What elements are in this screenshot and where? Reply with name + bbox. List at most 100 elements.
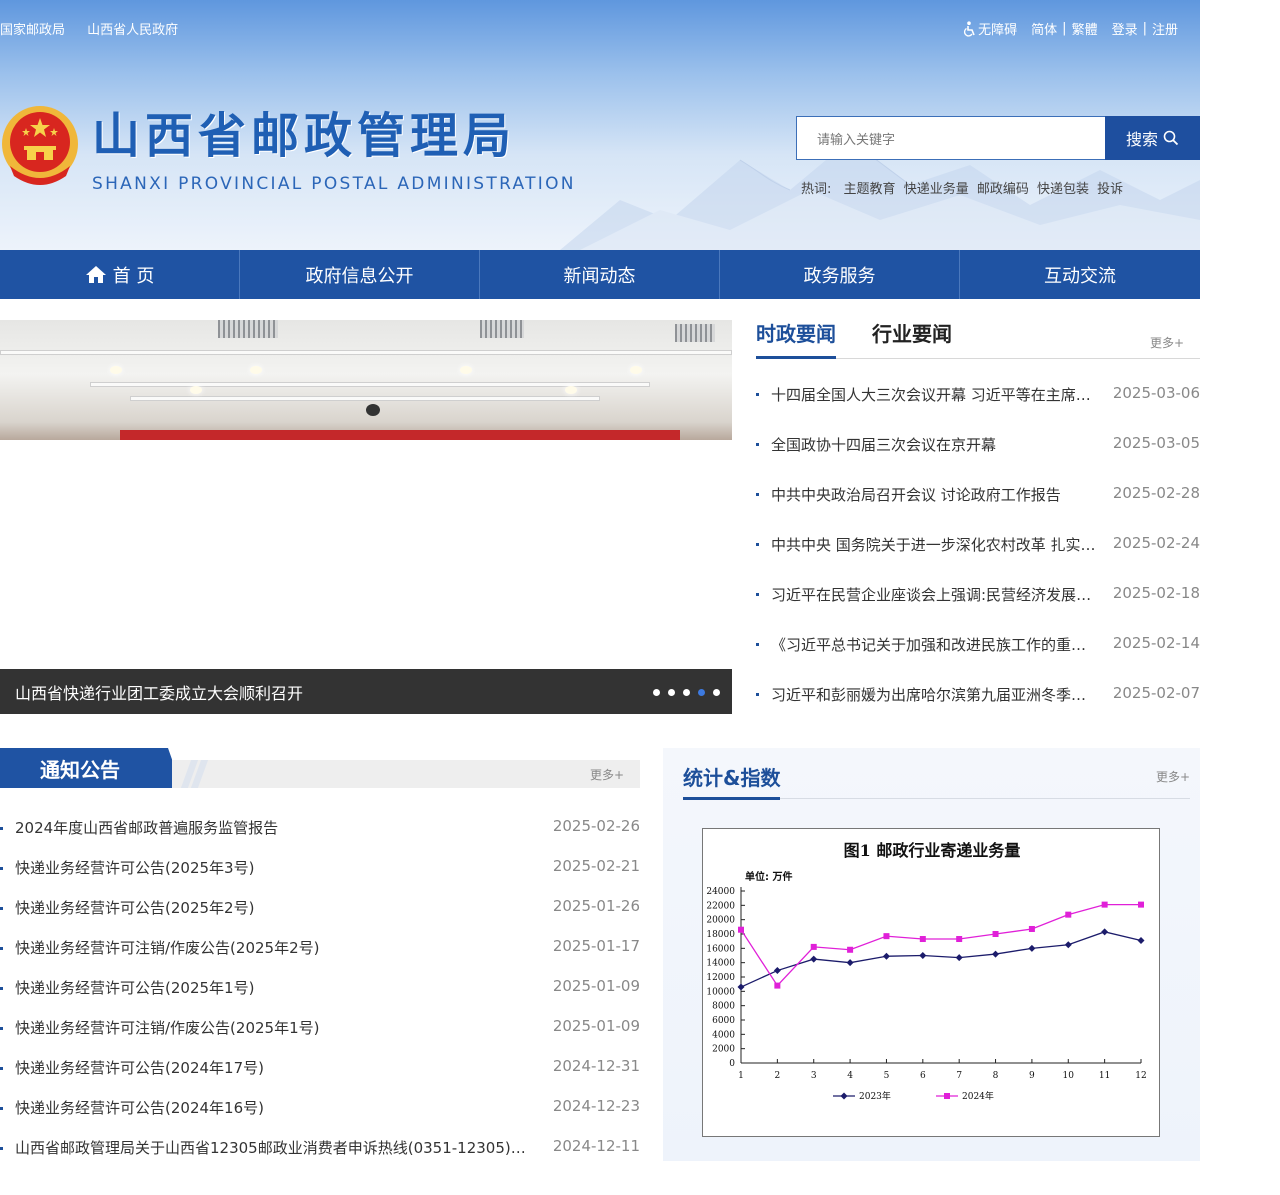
- notice-item-title[interactable]: 快递业务经营许可注销/作废公告(2025年1号): [15, 1017, 530, 1038]
- notice-item-title[interactable]: 快递业务经营许可公告(2025年1号): [15, 977, 530, 998]
- news-tabs: 时政要闻 行业要闻 更多+: [756, 320, 1200, 359]
- y-tick-label: 18000: [706, 930, 735, 940]
- register-link[interactable]: 注册: [1152, 19, 1178, 38]
- nav-item-services[interactable]: 政务服务: [720, 250, 960, 299]
- login-link[interactable]: 登录: [1112, 19, 1138, 38]
- notice-item-date: 2025-01-26: [552, 897, 640, 915]
- nav-item-label: 政府信息公开: [305, 265, 414, 287]
- notice-item[interactable]: 快递业务经营许可公告(2025年3号) 2025-02-21: [0, 857, 640, 897]
- carousel-dot[interactable]: [683, 689, 690, 696]
- notice-item-title[interactable]: 快递业务经营许可注销/作废公告(2025年2号): [15, 937, 530, 958]
- notice-item[interactable]: 快递业务经营许可公告(2025年1号) 2025-01-09: [0, 977, 640, 1017]
- news-more-link[interactable]: 更多+: [1150, 334, 1184, 351]
- news-item-date: 2025-02-07: [1112, 684, 1200, 702]
- hot-word-link[interactable]: 快递包装: [1037, 182, 1089, 197]
- notice-item-title[interactable]: 快递业务经营许可公告(2024年16号): [15, 1097, 530, 1118]
- hot-word-link[interactable]: 主题教育: [844, 182, 896, 197]
- news-item[interactable]: 习近平和彭丽媛为出席哈尔滨第九届亚洲冬季运动会开幕式的国际贵宾举行欢迎宴会 202…: [756, 684, 1200, 734]
- notice-item[interactable]: 快递业务经营许可注销/作废公告(2025年2号) 2025-01-17: [0, 937, 640, 977]
- notice-item-title[interactable]: 快递业务经营许可公告(2025年3号): [15, 857, 530, 878]
- y-tick-label: 22000: [706, 901, 735, 911]
- news-item-title[interactable]: 中共中央 国务院关于进一步深化农村改革 扎实推进乡村全面振兴的意见: [771, 534, 1097, 555]
- bullet-icon: [756, 443, 759, 446]
- accessibility-link[interactable]: 无障碍: [978, 19, 1017, 38]
- news-item-title[interactable]: 习近平和彭丽媛为出席哈尔滨第九届亚洲冬季运动会开幕式的国际贵宾举行欢迎宴会: [771, 684, 1097, 705]
- news-item-date: 2025-03-05: [1112, 434, 1200, 452]
- news-item-title[interactable]: 《习近平总书记关于加强和改进民族工作的重要思想学习读本》出版发行: [771, 634, 1097, 655]
- news-carousel[interactable]: 山西省快递行业团工委成立大会顺利召开: [0, 320, 732, 714]
- news-item[interactable]: 习近平在民营企业座谈会上强调:民营经济发展前景广阔大有可为 2025-02-18: [756, 584, 1200, 634]
- tab-political-news[interactable]: 时政要闻: [756, 320, 836, 359]
- notice-item-title[interactable]: 2024年度山西省邮政普遍服务监管报告: [15, 817, 530, 838]
- carousel-photo[interactable]: [0, 320, 732, 440]
- bullet-icon: [0, 1147, 3, 1150]
- site-title[interactable]: 山西省邮政管理局: [92, 108, 516, 164]
- news-item[interactable]: 《习近平总书记关于加强和改进民族工作的重要思想学习读本》出版发行 2025-02-…: [756, 634, 1200, 684]
- y-tick-label: 8000: [712, 1002, 735, 1012]
- link-shanxi-government[interactable]: 山西省人民政府: [87, 23, 178, 38]
- stats-title[interactable]: 统计&指数: [683, 762, 781, 800]
- postal-volume-chart[interactable]: 0 2000 4000 6000 8000 10000 12000 14000 16000 180…: [702, 828, 1160, 1137]
- notice-item[interactable]: 快递业务经营许可注销/作废公告(2025年1号) 2025-01-09: [0, 1017, 640, 1057]
- tab-industry-news[interactable]: 行业要闻: [872, 320, 952, 359]
- nav-item-gov-info[interactable]: 政府信息公开: [240, 250, 480, 299]
- notice-item[interactable]: 快递业务经营许可公告(2024年16号) 2024-12-23: [0, 1097, 640, 1137]
- notice-title[interactable]: 通知公告: [40, 754, 120, 783]
- carousel-dot-active[interactable]: [698, 689, 705, 696]
- carousel-dot[interactable]: [653, 689, 660, 696]
- notice-item[interactable]: 快递业务经营许可公告(2025年2号) 2025-01-26: [0, 897, 640, 937]
- nav-item-news[interactable]: 新闻动态: [480, 250, 720, 299]
- notice-item[interactable]: 山西省邮政管理局关于山西省12305邮政业消费者申诉热线(0351-12305)…: [0, 1137, 640, 1177]
- bullet-icon: [0, 1027, 3, 1030]
- bullet-icon: [0, 827, 3, 830]
- nav-item-home[interactable]: 首 页: [0, 250, 240, 299]
- data-point: [846, 959, 854, 967]
- series-line-2: [740, 903, 1141, 987]
- news-item[interactable]: 中共中央 国务院关于进一步深化农村改革 扎实推进乡村全面振兴的意见 2025-02…: [756, 534, 1200, 584]
- news-item-title[interactable]: 十四届全国人大三次会议开幕 习近平等在主席台就座: [771, 384, 1097, 405]
- news-item[interactable]: 全国政协十四届三次会议在京开幕 2025-03-05: [756, 434, 1200, 484]
- news-item-title[interactable]: 全国政协十四届三次会议在京开幕: [771, 434, 1097, 455]
- news-item-date: 2025-03-06: [1112, 384, 1200, 402]
- link-state-post-bureau[interactable]: 国家邮政局: [0, 23, 65, 38]
- notice-item-title[interactable]: 快递业务经营许可公告(2025年2号): [15, 897, 530, 918]
- x-tick-label: 4: [847, 1071, 853, 1081]
- notice-item-title[interactable]: 快递业务经营许可公告(2024年17号): [15, 1057, 530, 1078]
- news-item-date: 2025-02-18: [1112, 584, 1200, 602]
- carousel-dot[interactable]: [713, 689, 720, 696]
- notice-item[interactable]: 2024年度山西省邮政普遍服务监管报告 2025-02-26: [0, 817, 640, 857]
- carousel-dot[interactable]: [668, 689, 675, 696]
- search-button[interactable]: 搜索: [1105, 116, 1200, 160]
- y-tick-label: 10000: [706, 987, 735, 997]
- hot-word-link[interactable]: 快递业务量: [904, 182, 969, 197]
- hot-word-link[interactable]: 投诉: [1097, 182, 1123, 197]
- x-tick-label: 11: [1099, 1071, 1110, 1081]
- news-item-date: 2025-02-28: [1112, 484, 1200, 502]
- simplified-chinese-link[interactable]: 简体: [1031, 19, 1057, 38]
- nav-item-interaction[interactable]: 互动交流: [960, 250, 1200, 299]
- notice-item[interactable]: 快递业务经营许可公告(2024年17号) 2024-12-31: [0, 1057, 640, 1097]
- search-input[interactable]: 请输入关键字: [796, 116, 1106, 160]
- search-icon: [1163, 130, 1179, 146]
- notice-item-title[interactable]: 山西省邮政管理局关于山西省12305邮政业消费者申诉热线(0351-12305)…: [15, 1137, 530, 1158]
- data-point: [919, 936, 926, 943]
- national-emblem-icon[interactable]: [0, 104, 80, 190]
- data-point: [1065, 911, 1072, 918]
- news-item-title[interactable]: 习近平在民营企业座谈会上强调:民营经济发展前景广阔大有可为: [771, 584, 1097, 605]
- series-line-1: [740, 931, 1142, 988]
- hot-word-link[interactable]: 邮政编码: [977, 182, 1029, 197]
- carousel-caption[interactable]: 山西省快递行业团工委成立大会顺利召开: [0, 669, 732, 714]
- news-item-date: 2025-02-24: [1112, 534, 1200, 552]
- news-item-title[interactable]: 中共中央政治局召开会议 讨论政府工作报告: [771, 484, 1097, 505]
- legend-marker: [944, 1093, 950, 1099]
- stats-panel: 统计&指数 更多+ 0 2000 4000 6000 8000 10000 12000 140…: [663, 748, 1200, 1161]
- stats-more-link[interactable]: 更多+: [1156, 768, 1190, 785]
- news-item[interactable]: 中共中央政治局召开会议 讨论政府工作报告 2025-02-28: [756, 484, 1200, 534]
- notice-item-date: 2025-01-17: [552, 937, 640, 955]
- news-item[interactable]: 十四届全国人大三次会议开幕 习近平等在主席台就座 2025-03-06: [756, 384, 1200, 434]
- nav-item-label: 首 页: [112, 265, 155, 287]
- traditional-chinese-link[interactable]: 繁體: [1072, 19, 1098, 38]
- bullet-icon: [756, 493, 759, 496]
- nav-item-label: 新闻动态: [563, 265, 636, 287]
- notice-more-link[interactable]: 更多+: [590, 766, 624, 783]
